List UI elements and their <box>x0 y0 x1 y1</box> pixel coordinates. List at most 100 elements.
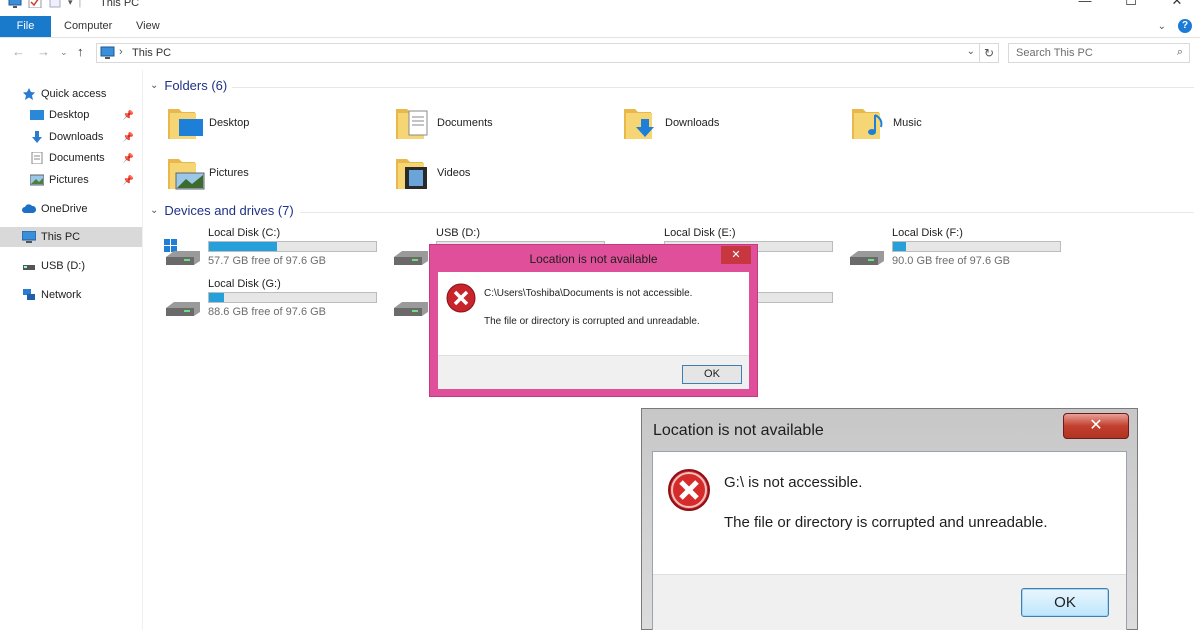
drive-label: USB (D:) <box>436 227 480 239</box>
address-row: ← → ⌄ ↑ › This PC ⌄ ↻ Search This PC ⌕ <box>0 40 1200 66</box>
computer-icon[interactable] <box>8 0 22 8</box>
folder-label: Music <box>893 117 922 129</box>
sidebar-item-quick-access[interactable]: Quick access <box>22 84 140 104</box>
pin-icon[interactable]: 📌 <box>123 132 134 143</box>
search-icon[interactable]: ⌕ <box>1177 46 1183 59</box>
dialog-body: G:\ is not accessible. The file or direc… <box>652 451 1127 630</box>
tab-view[interactable]: View <box>126 16 170 37</box>
computer-icon <box>100 46 115 59</box>
customize-toolbar-icon[interactable]: ▾ <box>68 0 73 8</box>
back-arrow-icon[interactable]: ← <box>12 44 25 59</box>
hard-drive-icon <box>166 302 200 316</box>
folder-downloads[interactable]: Downloads <box>623 103 719 143</box>
sidebar-item-label: OneDrive <box>41 203 88 215</box>
error-icon <box>668 469 710 511</box>
sidebar-item-downloads[interactable]: Downloads 📌 <box>30 127 140 147</box>
address-dropdown-icon[interactable]: ⌄ <box>967 46 975 57</box>
drive-usage-bar <box>892 241 1061 252</box>
refresh-button[interactable]: ↻ <box>980 43 999 63</box>
drive-usage-fill <box>893 242 907 251</box>
recent-locations-icon[interactable]: ⌄ <box>60 47 68 58</box>
hard-drive-icon <box>394 302 428 316</box>
usb-drive-icon <box>23 265 35 270</box>
devices-header[interactable]: ⌄ Devices and drives (7) <box>150 203 294 218</box>
toolbar-divider: | <box>78 0 82 8</box>
properties-icon[interactable] <box>28 0 42 8</box>
hard-drive-icon <box>394 251 428 265</box>
minimize-button[interactable]: — <box>1062 0 1108 10</box>
sidebar-item-label: Desktop <box>49 109 90 121</box>
drive-c[interactable]: Local Disk (C:) 57.7 GB free of 97.6 GB <box>164 227 384 273</box>
ok-button[interactable]: OK <box>1021 588 1109 617</box>
up-arrow-icon[interactable]: ↑ <box>77 44 84 59</box>
computer-icon <box>22 231 36 243</box>
folder-pictures[interactable]: Pictures <box>167 153 249 193</box>
drive-free-space: 90.0 GB free of 97.6 GB <box>892 255 1011 267</box>
error-icon <box>446 283 476 313</box>
error-dialog-c-drive: Location is not available ✕ C:\Users\Tos… <box>429 244 758 397</box>
folders-header[interactable]: ⌄ Folders (6) <box>150 78 227 93</box>
drive-label: Local Disk (C:) <box>208 227 281 239</box>
star-icon <box>23 88 35 100</box>
dialog-close-button[interactable]: ✕ <box>721 246 751 264</box>
breadcrumb-separator[interactable]: › <box>119 46 123 58</box>
tab-file[interactable]: File <box>0 16 51 37</box>
search-input[interactable]: Search This PC ⌕ <box>1008 43 1190 63</box>
drive-label: Local Disk (E:) <box>664 227 736 239</box>
chevron-down-icon[interactable]: ⌄ <box>150 205 158 216</box>
music-folder-icon <box>852 109 883 139</box>
dialog-detail: The file or directory is corrupted and u… <box>724 514 1048 531</box>
network-icon <box>23 289 35 300</box>
address-bar[interactable]: › This PC ⌄ <box>96 43 980 63</box>
maximize-button[interactable]: ☐ <box>1108 0 1154 10</box>
new-folder-icon[interactable] <box>48 0 62 8</box>
hard-drive-icon <box>850 251 884 265</box>
breadcrumb[interactable]: This PC <box>132 47 171 59</box>
ok-button[interactable]: OK <box>682 365 742 384</box>
pin-icon[interactable]: 📌 <box>123 110 134 121</box>
help-icon[interactable]: ? <box>1178 19 1192 33</box>
dialog-body: C:\Users\Toshiba\Documents is not access… <box>438 272 749 389</box>
navigation-pane: Quick access Desktop 📌 Downloads 📌 Docum… <box>0 70 143 630</box>
sidebar-item-label: Downloads <box>49 131 104 143</box>
divider <box>232 87 1194 88</box>
drive-f[interactable]: Local Disk (F:) 90.0 GB free of 97.6 GB <box>848 227 1068 273</box>
drive-usage-fill <box>209 242 278 251</box>
dialog-close-button[interactable]: ✕ <box>1063 413 1129 439</box>
sidebar-item-network[interactable]: Network <box>22 285 140 305</box>
dialog-message: G:\ is not accessible. <box>724 474 863 491</box>
tab-computer[interactable]: Computer <box>54 16 122 37</box>
drive-usage-bar <box>208 241 377 252</box>
quick-access-toolbar: ▾ | <box>8 0 81 8</box>
drive-free-space: 57.7 GB free of 97.6 GB <box>208 255 327 267</box>
pin-icon[interactable]: 📌 <box>123 153 134 164</box>
sidebar-item-label: Quick access <box>41 88 107 100</box>
sidebar-item-documents[interactable]: Documents 📌 <box>30 148 140 168</box>
forward-arrow-icon[interactable]: → <box>37 44 50 59</box>
pin-icon[interactable]: 📌 <box>123 175 134 186</box>
drive-g[interactable]: Local Disk (G:) 88.6 GB free of 97.6 GB <box>164 278 384 324</box>
sidebar-item-label: Documents <box>49 152 105 164</box>
chevron-down-icon[interactable]: ⌄ <box>150 80 158 91</box>
folder-music[interactable]: Music <box>851 103 922 143</box>
title-bar: ▾ | This PC — ☐ ✕ <box>0 0 1200 12</box>
expand-ribbon-icon[interactable]: ⌄ <box>1158 21 1166 32</box>
sidebar-item-this-pc[interactable]: This PC <box>22 227 140 247</box>
desktop-icon <box>30 110 44 120</box>
folder-documents[interactable]: Documents <box>395 103 493 143</box>
folder-desktop[interactable]: Desktop <box>167 103 249 143</box>
download-arrow-icon <box>32 131 42 143</box>
drive-free-space: 88.6 GB free of 97.6 GB <box>208 306 327 318</box>
pictures-folder-icon <box>168 159 205 190</box>
sidebar-item-usb[interactable]: USB (D:) <box>22 256 140 276</box>
close-button[interactable]: ✕ <box>1154 0 1200 10</box>
sidebar-item-pictures[interactable]: Pictures 📌 <box>30 170 140 190</box>
sidebar-item-desktop[interactable]: Desktop 📌 <box>30 105 140 125</box>
dialog-title: Location is not available <box>653 422 824 439</box>
documents-folder-icon <box>396 109 428 139</box>
drive-usage-bar <box>208 292 377 303</box>
document-icon <box>31 152 43 164</box>
folder-videos[interactable]: Videos <box>395 153 470 193</box>
folder-label: Videos <box>437 167 471 179</box>
sidebar-item-onedrive[interactable]: OneDrive <box>22 199 140 219</box>
